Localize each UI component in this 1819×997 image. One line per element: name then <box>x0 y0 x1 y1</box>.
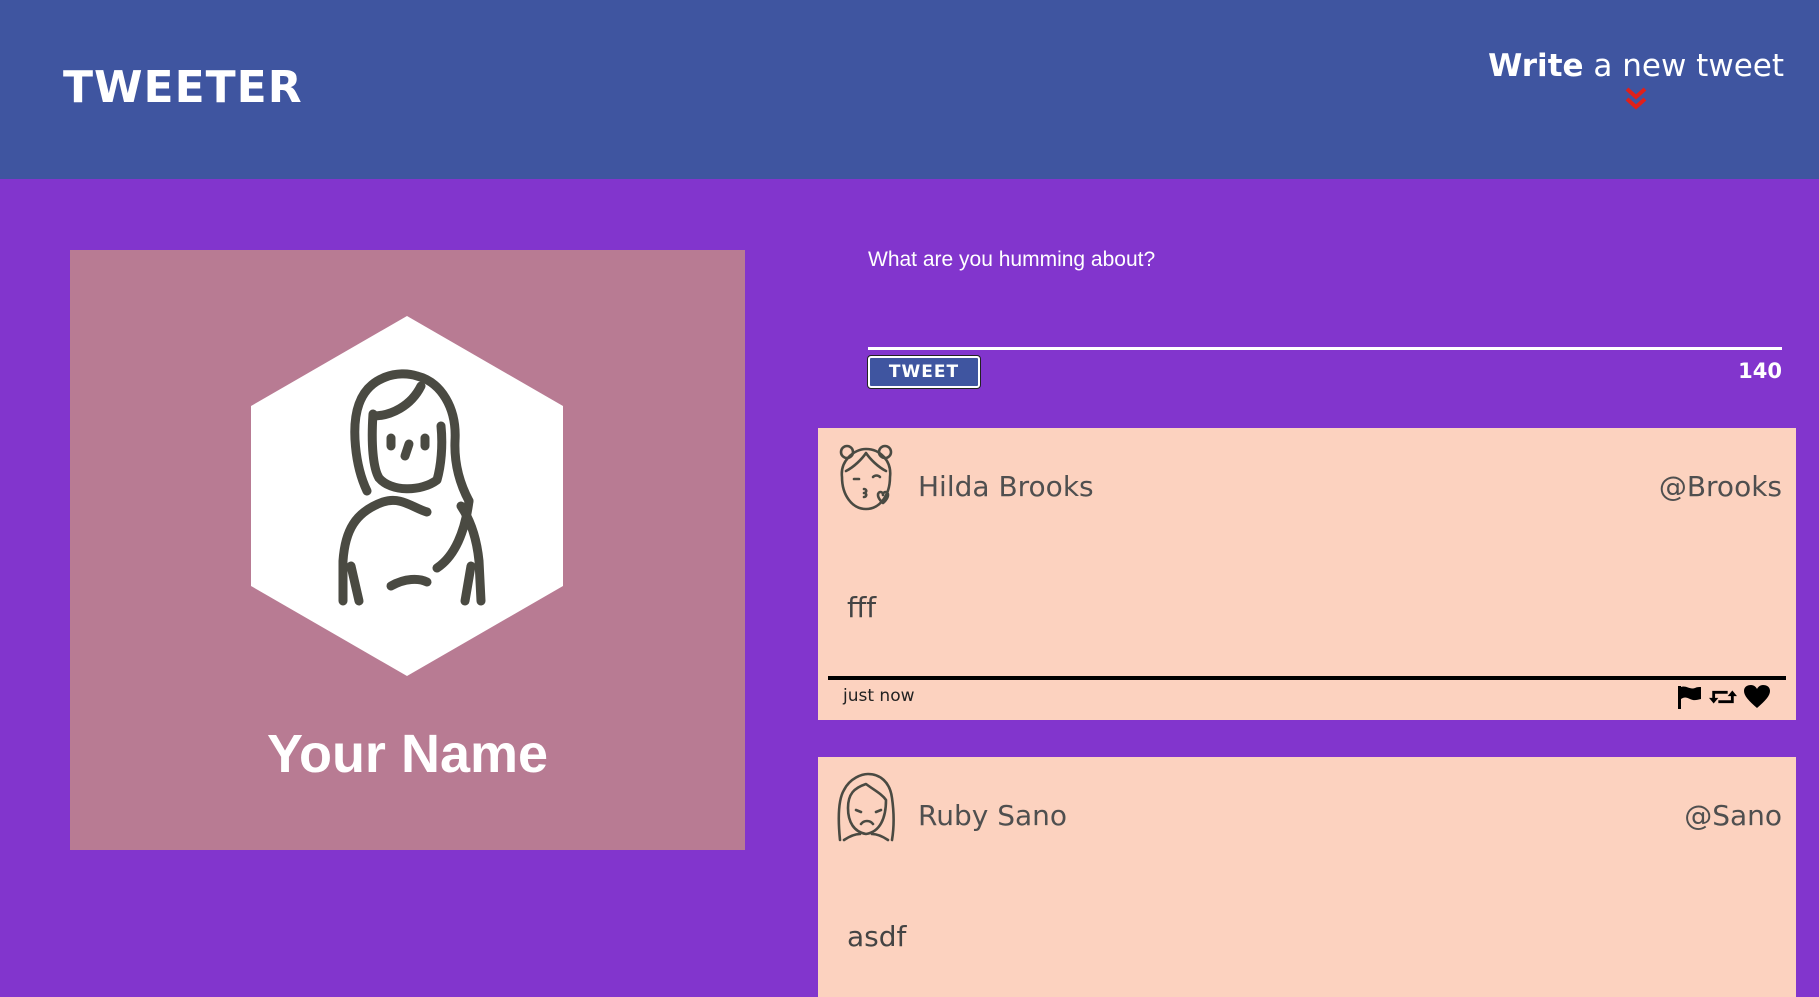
write-label-rest: a new tweet <box>1583 48 1784 84</box>
write-new-tweet-toggle[interactable]: Write a new tweet <box>1488 48 1784 112</box>
girl-kiss-avatar-icon <box>839 444 893 511</box>
tweet-content: fff <box>847 591 877 624</box>
profile-card: Your Name <box>70 250 745 850</box>
tweet-card: Ruby Sano @Sano asdf <box>818 757 1796 997</box>
tweet-actions <box>1675 684 1771 710</box>
tweet-timestamp: just now <box>843 686 915 706</box>
tweet-textarea[interactable] <box>868 240 1782 350</box>
retweet-icon[interactable] <box>1709 684 1737 710</box>
profile-name: Your Name <box>266 724 549 784</box>
compose-form: TWEET 140 <box>868 240 1782 396</box>
tweet-author-name: Ruby Sano <box>918 799 1067 832</box>
tweet-footer: just now <box>828 676 1786 716</box>
compose-actions: TWEET 140 <box>868 356 1782 396</box>
tweet-author-handle: @Brooks <box>1658 470 1782 503</box>
tweet-author-name: Hilda Brooks <box>918 470 1094 503</box>
girl-sad-avatar-icon <box>837 772 895 842</box>
top-nav: TWEETER Write a new tweet <box>0 0 1819 179</box>
write-new-tweet-label[interactable]: Write a new tweet <box>1488 48 1784 84</box>
heart-icon[interactable] <box>1743 684 1771 710</box>
double-chevron-down-icon[interactable] <box>1625 86 1647 112</box>
profile-avatar <box>251 316 563 676</box>
user-avatar-icon <box>251 316 563 676</box>
write-label-bold: Write <box>1488 48 1584 84</box>
flag-icon[interactable] <box>1675 684 1703 710</box>
tweet-card: Hilda Brooks @Brooks fff just now <box>818 428 1796 720</box>
char-counter: 140 <box>1738 359 1782 383</box>
tweet-author-handle: @Sano <box>1684 799 1782 832</box>
tweet-button[interactable]: TWEET <box>868 356 980 388</box>
brand-logo: TWEETER <box>63 62 303 113</box>
tweet-content: asdf <box>847 920 907 953</box>
